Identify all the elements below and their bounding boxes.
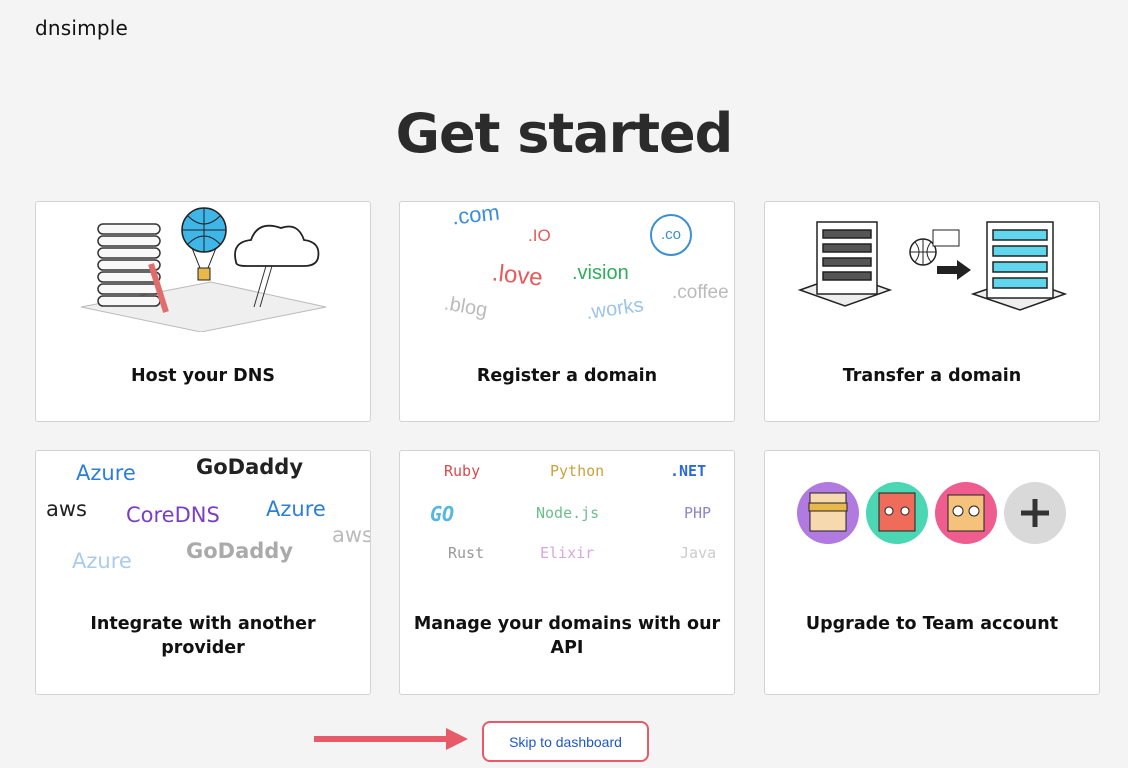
- provider-logo: Azure: [76, 461, 136, 485]
- dnsimple-logo[interactable]: dnsimple: [35, 16, 128, 40]
- plus-icon: [1004, 482, 1066, 544]
- card-host-dns[interactable]: Host your DNS: [35, 201, 371, 422]
- card-label: Upgrade to Team account: [805, 614, 1059, 634]
- tld-tag: .blog: [442, 292, 490, 322]
- provider-logo: aws: [332, 523, 371, 547]
- provider-logo: aws: [46, 497, 87, 521]
- tld-collage: .com .IO .co .love .vision .blog .works …: [400, 202, 734, 332]
- building-icon: [970, 221, 1068, 311]
- skip-to-dashboard-button[interactable]: Skip to dashboard: [482, 721, 649, 762]
- provider-logo: GoDaddy: [186, 539, 294, 563]
- arrow-right-icon: [937, 260, 971, 280]
- arrow-right-icon: [314, 728, 468, 750]
- language-logo: Rust: [448, 544, 485, 562]
- language-logo: Ruby: [444, 462, 481, 480]
- card-label: Transfer a domain: [842, 366, 1022, 386]
- card-label: Host your DNS: [131, 366, 275, 386]
- language-logo: GO: [430, 502, 455, 526]
- language-logo: PHP: [684, 504, 712, 522]
- provider-collage: Azure GoDaddy aws CoreDNS Azure Azure Go…: [36, 451, 370, 581]
- card-team-upgrade[interactable]: Upgrade to Team account: [764, 450, 1100, 695]
- tld-tag: .works: [584, 294, 645, 324]
- provider-logo: Azure: [266, 497, 326, 521]
- page-title: Get started: [395, 102, 734, 165]
- tld-tag: .com: [450, 201, 501, 230]
- provider-logo: CoreDNS: [126, 503, 220, 527]
- tld-tag: .love: [490, 259, 545, 292]
- card-api[interactable]: Ruby Python .NET GO Node.js PHP Rust Eli…: [399, 450, 735, 695]
- language-logo: Python: [550, 462, 605, 480]
- balloon-icon: [181, 207, 227, 281]
- language-logo: Elixir: [540, 544, 595, 562]
- card-transfer-domain[interactable]: Transfer a domain: [764, 201, 1100, 422]
- transfer-illustration: [797, 221, 1068, 311]
- language-logo: .NET: [670, 462, 707, 480]
- provider-logo: GoDaddy: [196, 455, 304, 479]
- tld-tag: .IO: [528, 226, 551, 245]
- card-label: Manage your domains with our API: [413, 614, 721, 658]
- card-integrate-provider[interactable]: Azure GoDaddy aws CoreDNS Azure Azure Go…: [35, 450, 371, 695]
- provider-logo: Azure: [72, 549, 132, 573]
- host-dns-illustration: [80, 207, 327, 332]
- language-collage: Ruby Python .NET GO Node.js PHP Rust Eli…: [400, 451, 734, 581]
- card-label: Register a domain: [476, 366, 658, 386]
- language-logo: Java: [680, 544, 717, 562]
- tld-tag: .co: [650, 214, 692, 256]
- card-label: Integrate with another provider: [90, 614, 316, 658]
- card-register-domain[interactable]: .com .IO .co .love .vision .blog .works …: [399, 201, 735, 422]
- tld-tag: .coffee: [672, 282, 729, 303]
- building-icon: [797, 221, 893, 307]
- tld-tag: .vision: [572, 262, 629, 284]
- language-logo: Node.js: [536, 504, 600, 522]
- globe-icon: [909, 229, 960, 266]
- team-avatars-illustration: [797, 482, 1066, 544]
